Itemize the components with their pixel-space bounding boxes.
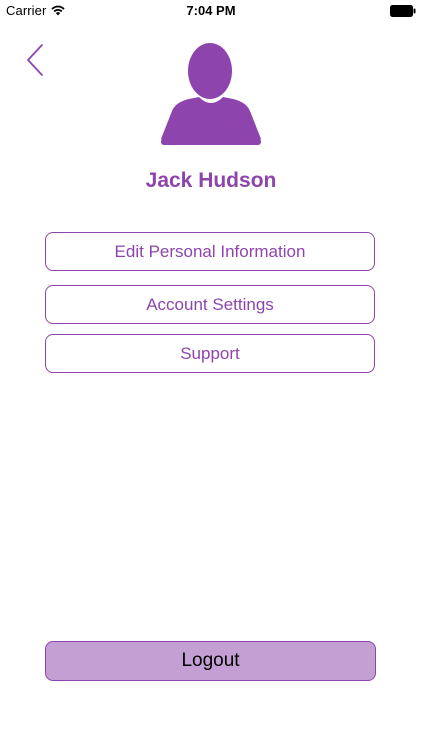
status-time: 7:04 PM [186,3,236,18]
edit-personal-information-label: Edit Personal Information [114,241,306,261]
logout-label: Logout [181,650,240,671]
avatar [159,43,263,147]
chevron-left-icon [22,40,52,80]
back-button[interactable] [22,40,52,80]
user-name: Jack Hudson [145,169,277,192]
support-label: Support [180,343,240,363]
logout-button[interactable]: Logout [45,641,376,681]
battery-icon [390,5,416,17]
user-silhouette-icon [159,43,263,147]
account-settings-button[interactable]: Account Settings [45,285,375,324]
account-settings-label: Account Settings [146,294,274,314]
edit-personal-information-button[interactable]: Edit Personal Information [45,232,375,271]
status-bar: Carrier 7:04 PM [0,0,422,22]
support-button[interactable]: Support [45,334,375,373]
